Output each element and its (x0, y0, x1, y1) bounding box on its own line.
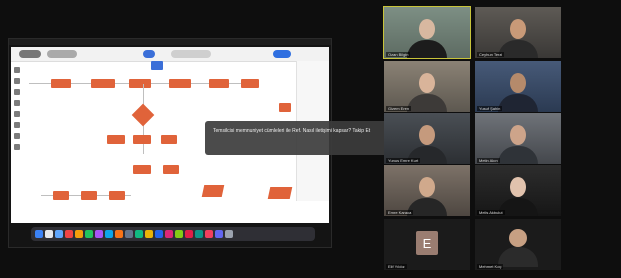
participant-avatar: E (416, 231, 438, 255)
flow-step[interactable] (209, 79, 229, 88)
participant-tile[interactable]: E Elif Yıldız (384, 219, 470, 270)
whiteboard-toolbar (11, 47, 329, 62)
flow-step[interactable] (241, 79, 259, 88)
mail-icon[interactable] (105, 230, 113, 238)
participant-name: Metin Akın (477, 158, 500, 163)
chrome-icon[interactable] (65, 230, 73, 238)
participant-tile[interactable]: Ozan Bilgin (383, 6, 471, 59)
finder-icon[interactable] (35, 230, 43, 238)
flow-step[interactable] (279, 103, 291, 112)
participant-name: Mehmet Koç (477, 264, 504, 269)
shape-tool-icon[interactable] (14, 89, 20, 95)
share-icon[interactable] (143, 50, 155, 58)
app-icon[interactable] (175, 230, 183, 238)
caption-overlay: Temsilcisi memnuniyet cümleleri ile Ref.… (205, 121, 403, 155)
flow-step[interactable] (91, 79, 115, 88)
app-icon[interactable] (75, 230, 83, 238)
safari-icon[interactable] (55, 230, 63, 238)
participant-tile[interactable]: Melis Akbulut (475, 165, 561, 216)
app-icon[interactable] (95, 230, 103, 238)
flow-step[interactable] (169, 79, 191, 88)
zoom-control[interactable] (171, 50, 211, 58)
selected-node[interactable] (151, 61, 163, 70)
flow-step[interactable] (163, 165, 179, 174)
flow-step[interactable] (107, 135, 125, 144)
trash-icon[interactable] (225, 230, 233, 238)
participant-tile[interactable]: Emre Karaca (384, 165, 470, 216)
flow-step[interactable] (129, 79, 151, 88)
sticky-note-icon[interactable] (14, 122, 20, 128)
flow-step[interactable] (161, 135, 177, 144)
flow-step[interactable] (133, 165, 151, 174)
hand-tool-icon[interactable] (14, 78, 20, 84)
app-icon[interactable] (115, 230, 123, 238)
document-title[interactable] (47, 50, 77, 58)
app-logo (19, 50, 41, 58)
participant-name: Ceyhun Terzi (477, 52, 505, 57)
participant-name: Ozan Bilgin (386, 52, 411, 57)
flow-step[interactable] (53, 191, 69, 200)
text-tool-icon[interactable] (14, 100, 20, 106)
participant-name: Elif Yıldız (386, 264, 407, 269)
select-tool-icon[interactable] (14, 67, 20, 73)
flow-step[interactable] (133, 135, 151, 144)
participant-name: Emre Karaca (386, 210, 414, 215)
flow-step[interactable] (81, 191, 97, 200)
app-icon[interactable] (185, 230, 193, 238)
share-button[interactable] (273, 50, 291, 58)
participant-tile[interactable]: Metin Akın (475, 113, 561, 164)
input-output-node[interactable] (201, 185, 225, 197)
zoom-icon[interactable] (155, 230, 163, 238)
input-output-node[interactable] (267, 187, 293, 199)
participant-tile[interactable]: Mehmet Koç (475, 219, 561, 270)
mac-menu-bar (9, 39, 331, 45)
mac-dock (31, 227, 315, 241)
app-icon[interactable] (125, 230, 133, 238)
app-icon[interactable] (205, 230, 213, 238)
pen-tool-icon[interactable] (14, 111, 20, 117)
app-icon[interactable] (165, 230, 173, 238)
decision-node[interactable] (131, 103, 155, 127)
messages-icon[interactable] (85, 230, 93, 238)
participant-name: Melis Akbulut (477, 210, 505, 215)
connector-icon[interactable] (14, 133, 20, 139)
participant-name: Yunus Emre Kurt (386, 158, 421, 163)
participant-name: Gizem Eren (386, 106, 412, 111)
participant-name: Yusuf Şahin (477, 106, 503, 111)
app-icon[interactable] (135, 230, 143, 238)
participant-tile[interactable]: Ceyhun Terzi (475, 7, 561, 58)
caption-text: Temsilcisi memnuniyet cümleleri ile Ref.… (213, 128, 371, 134)
participant-tile[interactable]: Yusuf Şahin (475, 61, 561, 112)
participant-tile[interactable]: Yunus Emre Kurt (384, 113, 470, 164)
launchpad-icon[interactable] (45, 230, 53, 238)
left-toolbar (14, 67, 20, 197)
flow-step[interactable] (109, 191, 125, 200)
notes-icon[interactable] (145, 230, 153, 238)
app-icon[interactable] (195, 230, 203, 238)
app-icon[interactable] (215, 230, 223, 238)
participant-tile[interactable]: Gizem Eren (384, 61, 470, 112)
more-tools-icon[interactable] (14, 144, 20, 150)
flow-step[interactable] (51, 79, 71, 88)
